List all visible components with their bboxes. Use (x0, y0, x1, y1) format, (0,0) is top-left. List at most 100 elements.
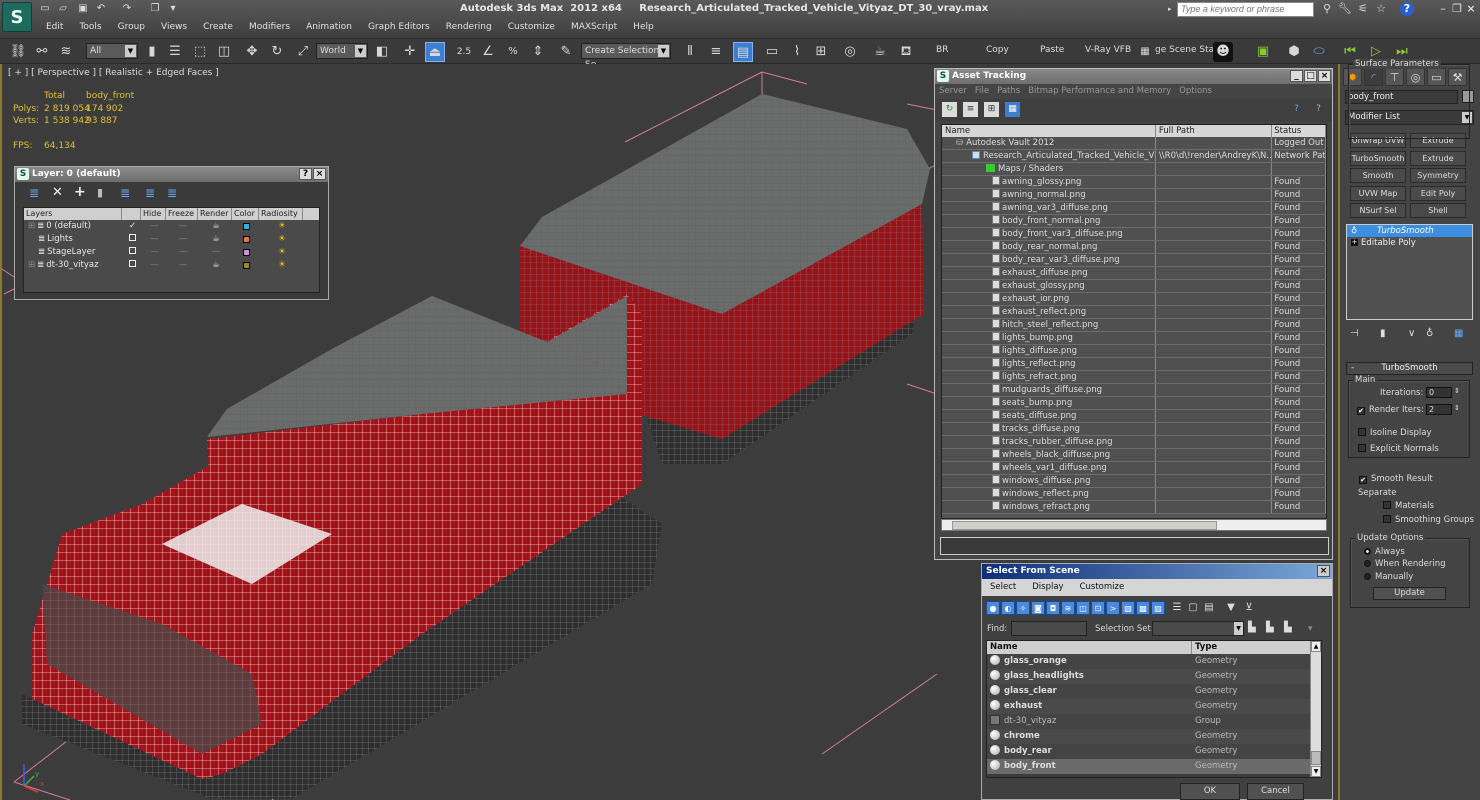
menu-modifiers[interactable]: Modifiers (241, 20, 298, 36)
scene-object-row[interactable]: body_rear Geometry (987, 744, 1321, 759)
search-expand-icon[interactable]: ▸ (1168, 5, 1172, 13)
menu-bitmap-performance[interactable]: Bitmap Performance and Memory (1024, 84, 1175, 99)
display-lights-icon[interactable]: ✧ (1016, 601, 1030, 615)
menu-customize[interactable]: Customize (500, 20, 563, 36)
new-file-icon[interactable]: ▭ (38, 3, 52, 14)
spinner-snap-icon[interactable]: ⇕ (528, 42, 548, 62)
asset-row[interactable]: windows_reflect.png Found (942, 488, 1326, 501)
hide-toggle[interactable]: — (141, 233, 166, 246)
asset-row[interactable]: awning_glossy.png Found (942, 176, 1326, 189)
expand-icon[interactable]: ⊞ (28, 260, 35, 270)
col-name[interactable]: Name (987, 641, 1192, 654)
asset-row[interactable]: mudguards_diffuse.png Found (942, 384, 1326, 397)
radiosity-icon[interactable]: ☀ (259, 220, 303, 233)
satellite-icon[interactable]: ⚟ (1356, 2, 1370, 16)
display-hidden-icon[interactable]: ▨ (1151, 601, 1165, 615)
layer-row[interactable]: ≣ Lights — — ☕︎ ☀ (24, 233, 319, 246)
filter-icon[interactable]: ▼ (1224, 601, 1238, 615)
menu-customize[interactable]: Customize (1080, 579, 1141, 596)
named-selection-sets-dropdown[interactable]: Create Selection Se▼ (581, 43, 671, 70)
modifier-button-nsurf-sel[interactable]: NSurf Sel (1350, 203, 1406, 218)
update-always-radio[interactable]: Always (1364, 547, 1405, 557)
layer-name-cell[interactable]: ≣ Lights (24, 233, 122, 246)
col-layers[interactable]: Layers (24, 208, 122, 220)
col-hide[interactable]: Hide (141, 208, 166, 220)
save-icon[interactable]: ▣ (76, 3, 90, 14)
scene-object-row[interactable]: dt-30_vityaz Group (987, 714, 1321, 729)
col-type[interactable]: Type (1192, 641, 1312, 654)
collapse-icon[interactable]: - (1351, 363, 1354, 374)
freeze-toggle[interactable]: — (166, 233, 198, 246)
asset-row[interactable]: exhaust_diffuse.png Found (942, 267, 1326, 280)
checkbox[interactable] (1358, 428, 1366, 436)
app-menu-button[interactable]: S (2, 2, 32, 32)
update-manually-radio[interactable]: Manually (1364, 572, 1413, 582)
menu-server[interactable]: Server (935, 84, 971, 99)
scroll-up-icon[interactable]: ▲ (1311, 641, 1321, 652)
modifier-button-turbosmooth[interactable]: TurboSmooth (1350, 150, 1406, 166)
select-object-icon[interactable]: ▮ (142, 42, 162, 62)
asset-row[interactable]: seats_bump.png Found (942, 397, 1326, 410)
select-none-icon[interactable]: ▢ (1186, 601, 1200, 615)
update-button[interactable]: Update (1373, 587, 1446, 600)
menu-edit[interactable]: Edit (38, 20, 71, 36)
quick-access-dropdown-icon[interactable]: ▾ (166, 3, 180, 14)
smooth-result-checkbox[interactable]: ✔ Smooth Result (1359, 474, 1433, 484)
asset-row[interactable]: exhaust_reflect.png Found (942, 306, 1326, 319)
layer-row[interactable]: ≣ StageLayer — — — ☀ (24, 246, 319, 259)
menu-group[interactable]: Group (110, 20, 153, 36)
help-icon[interactable]: ? (299, 168, 312, 180)
modifier-button-uvw-map[interactable]: UVW Map (1350, 185, 1406, 201)
display-cameras-icon[interactable]: ◙ (1031, 601, 1045, 615)
asset-row[interactable]: windows_diffuse.png Found (942, 475, 1326, 488)
render-toggle[interactable]: ☕︎ (198, 259, 232, 272)
menu-create[interactable]: Create (195, 20, 241, 36)
add-to-selection-set-icon[interactable]: ▙ (1284, 622, 1292, 633)
open-file-icon[interactable]: ▱ (56, 3, 70, 14)
pivot-center-icon[interactable]: ◧ (372, 42, 392, 62)
scene-object-row[interactable]: exhaust Geometry (987, 699, 1321, 714)
scene-states-icon[interactable]: ▦ (1135, 42, 1155, 62)
close-icon[interactable]: × (1317, 565, 1330, 577)
freeze-toggle[interactable]: — (166, 246, 198, 259)
delete-layer-icon[interactable]: ✕ (52, 185, 63, 200)
checkbox[interactable] (1358, 444, 1366, 452)
col-current[interactable] (122, 208, 141, 220)
modifier-button-shell[interactable]: Shell (1410, 203, 1466, 218)
asset-row[interactable]: lights_refract.png Found (942, 371, 1326, 384)
asset-row[interactable]: tracks_rubber_diffuse.png Found (942, 436, 1326, 449)
asset-row[interactable]: body_rear_var3_diffuse.png Found (942, 254, 1326, 267)
asset-row[interactable]: body_front_var3_diffuse.png Found (942, 228, 1326, 241)
asset-row[interactable]: ⛁ Autodesk Vault 2012 Logged Out ( (942, 137, 1326, 150)
current-layer-toggle[interactable]: ✓ (122, 220, 141, 233)
asset-row[interactable]: lights_diffuse.png Found (942, 345, 1326, 358)
spinner-arrows-icon[interactable]: ⇕ (1454, 387, 1460, 395)
paste-button[interactable]: Paste (1040, 45, 1064, 55)
table-view-icon[interactable]: ▦ (1005, 102, 1020, 117)
display-containers-icon[interactable]: ▧ (1121, 601, 1135, 615)
capsule-icon[interactable]: ⬭ (1309, 42, 1329, 62)
layer-name-cell[interactable]: ⊞ ≣ dt-30_vityaz (24, 259, 122, 272)
remove-modifier-icon[interactable]: ♁ (1426, 328, 1433, 339)
modifier-button-smooth[interactable]: Smooth (1350, 168, 1406, 183)
minimize-icon[interactable]: _ (1290, 70, 1303, 82)
highlight-layer-icon[interactable]: ≣ (120, 186, 130, 200)
br-button[interactable]: BR (936, 45, 948, 55)
angle-snap-icon[interactable]: ∠ (478, 42, 498, 62)
layer-color-swatch[interactable] (232, 220, 259, 233)
radio[interactable] (1364, 560, 1371, 567)
asset-row[interactable]: wheels_black_diffuse.png Found (942, 449, 1326, 462)
menu-file[interactable]: File (971, 84, 993, 99)
asset-row[interactable]: body_rear_normal.png Found (942, 241, 1326, 254)
menu-graph-editors[interactable]: Graph Editors (360, 20, 438, 36)
reference-coordinate-dropdown[interactable]: World ▼ (316, 43, 368, 59)
keyboard-shortcut-override-icon[interactable]: ⏏ (425, 42, 445, 62)
materials-checkbox[interactable]: Materials (1383, 501, 1434, 511)
manage-scene-states-button[interactable]: ge Scene Stat (1155, 45, 1218, 55)
close-icon[interactable]: × (1464, 2, 1478, 16)
vray-vfb-button[interactable]: V-Ray VFB (1085, 45, 1131, 55)
vray-logo-icon[interactable]: ☻ (1213, 42, 1233, 62)
current-layer-toggle[interactable] (122, 233, 141, 246)
display-shapes-icon[interactable]: ◐ (1001, 601, 1015, 615)
col-render[interactable]: Render (198, 208, 232, 220)
